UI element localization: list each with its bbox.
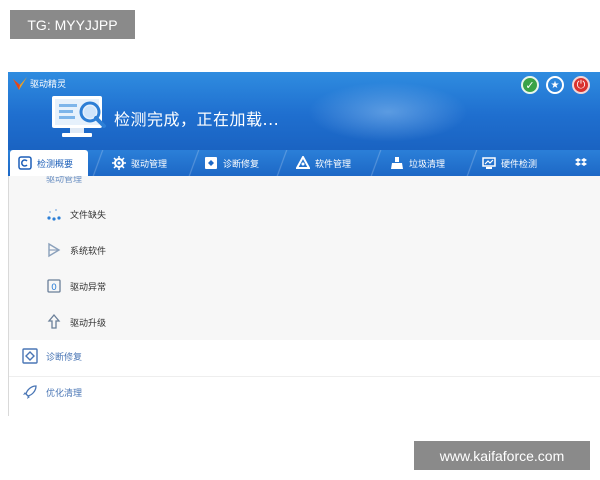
sub-item-label: 系统软件 (70, 246, 107, 257)
award-icon[interactable]: ★ (546, 76, 564, 94)
tab-software-management[interactable]: 软件管理 (296, 150, 351, 176)
section-optimize-cleanup[interactable]: 优化清理 (22, 384, 82, 400)
sub-item-driver-error[interactable]: 0 驱动异常 (46, 278, 106, 294)
driver-error-icon: 0 (46, 278, 62, 294)
repair-icon (204, 156, 218, 170)
tab-driver-management[interactable]: 驱动管理 (112, 150, 167, 176)
tab-separator (276, 150, 288, 176)
watermark-top: TG: MYYJJPP (10, 10, 135, 39)
tab-separator (188, 150, 200, 176)
tab-label: 驱动管理 (131, 159, 168, 170)
app-header: 驱动精灵 检测完成，正在加载... ✓ ★ ⏻ (8, 72, 600, 150)
tab-bar: 检测概要 驱动管理 诊断修复 软件管理 垃圾清理 硬件检测 (8, 150, 600, 176)
driver-genius-window: 驱动精灵 检测完成，正在加载... ✓ ★ ⏻ 检测概要 驱动管理 诊断修复 软… (8, 72, 600, 416)
sub-item-label: 驱动升级 (70, 318, 107, 329)
monitor-scan-icon (52, 96, 106, 137)
section-diagnose-repair[interactable]: 诊断修复 (22, 348, 82, 364)
scan-status-text: 检测完成，正在加载... (114, 110, 280, 129)
gear-icon (112, 156, 126, 170)
tab-label: 垃圾清理 (409, 159, 446, 170)
tab-separator (370, 150, 382, 176)
app-title: 驱动精灵 (30, 80, 67, 90)
tab-diagnose-repair[interactable]: 诊断修复 (204, 150, 259, 176)
content-area: 驱动管理 文件缺失 系统软件 0 驱动异常 驱动升级 诊断修复 优化清理 (8, 176, 600, 416)
dropbox-icon (574, 156, 588, 170)
software-icon (296, 156, 310, 170)
power-icon[interactable]: ⏻ (572, 76, 590, 94)
section-divider (8, 376, 600, 377)
left-border (8, 176, 9, 416)
tab-separator (92, 150, 104, 176)
sub-item-system-software[interactable]: 系统软件 (46, 242, 106, 258)
section-panel: 诊断修复 优化清理 (8, 340, 600, 416)
tab-label: 诊断修复 (223, 159, 260, 170)
tab-more[interactable] (574, 150, 593, 176)
tab-label: 软件管理 (315, 159, 352, 170)
sub-item-missing-files[interactable]: 文件缺失 (46, 206, 106, 222)
section-label: 诊断修复 (46, 352, 83, 363)
rocket-icon (22, 384, 38, 400)
system-software-icon (46, 242, 62, 258)
section-label: 优化清理 (46, 388, 83, 399)
broom-icon (390, 156, 404, 170)
tab-label: 检测概要 (37, 159, 74, 170)
repair-icon (22, 348, 38, 364)
sub-item-label: 文件缺失 (70, 210, 107, 221)
sub-item-driver-upgrade[interactable]: 驱动升级 (46, 314, 106, 330)
partial-driver-management-row: 驱动管理 (46, 176, 83, 185)
overview-icon (18, 156, 32, 170)
tab-junk-cleanup[interactable]: 垃圾清理 (390, 150, 445, 176)
sub-item-label: 驱动异常 (70, 282, 107, 293)
hardware-icon (482, 156, 496, 170)
tab-overview[interactable]: 检测概要 (10, 150, 88, 176)
app-logo-icon (13, 77, 27, 90)
svg-text:0: 0 (51, 283, 57, 293)
tab-label: 硬件检测 (501, 159, 538, 170)
skin-icon[interactable]: ✓ (521, 76, 539, 94)
missing-file-icon (46, 206, 62, 222)
upgrade-icon (46, 314, 62, 330)
tab-separator (466, 150, 478, 176)
watermark-bottom: www.kaifaforce.com (414, 441, 590, 470)
tab-hardware-detection[interactable]: 硬件检测 (482, 150, 537, 176)
header-glow (308, 82, 468, 142)
